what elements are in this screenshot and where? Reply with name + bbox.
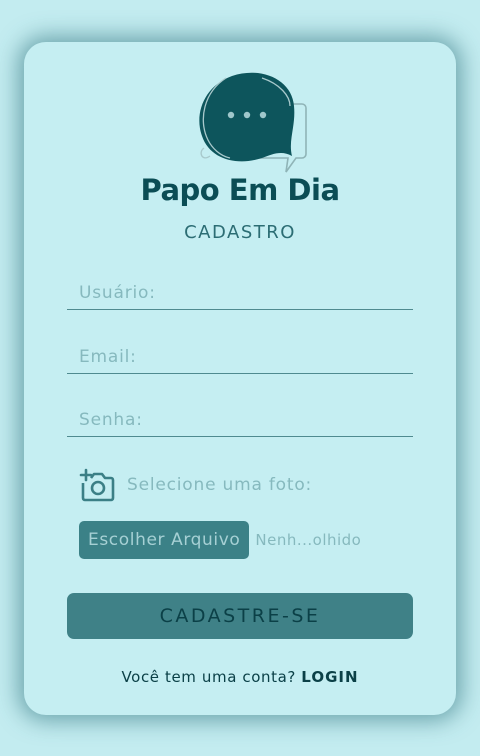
email-field-wrapper — [67, 340, 413, 374]
login-prompt-text: Você tem uma conta? — [121, 668, 296, 686]
login-link[interactable]: LOGIN — [301, 668, 358, 686]
password-field-wrapper — [67, 403, 413, 437]
username-field-wrapper — [67, 276, 413, 310]
photo-label: Selecione uma foto: — [127, 475, 313, 495]
file-status-text: Nenh...olhido — [255, 531, 362, 549]
chat-bubbles-logo-icon — [199, 72, 307, 173]
camera-add-icon[interactable] — [79, 468, 115, 502]
brand-name: Papo Em Dia — [140, 173, 340, 207]
signup-card: Papo Em Dia CADASTRO Selecione uma foto:… — [24, 42, 456, 715]
password-field[interactable] — [67, 403, 413, 436]
signup-button[interactable]: CADASTRE-SE — [67, 593, 413, 639]
email-field[interactable] — [67, 340, 413, 373]
page-title: CADASTRO — [184, 222, 296, 243]
username-field[interactable] — [67, 276, 413, 309]
choose-file-button[interactable]: Escolher Arquivo — [79, 521, 250, 559]
login-prompt: Você tem uma conta? LOGIN — [24, 668, 456, 686]
photo-selector: Selecione uma foto: — [79, 468, 312, 502]
file-input: Escolher Arquivo Nenh...olhido — [79, 521, 361, 559]
